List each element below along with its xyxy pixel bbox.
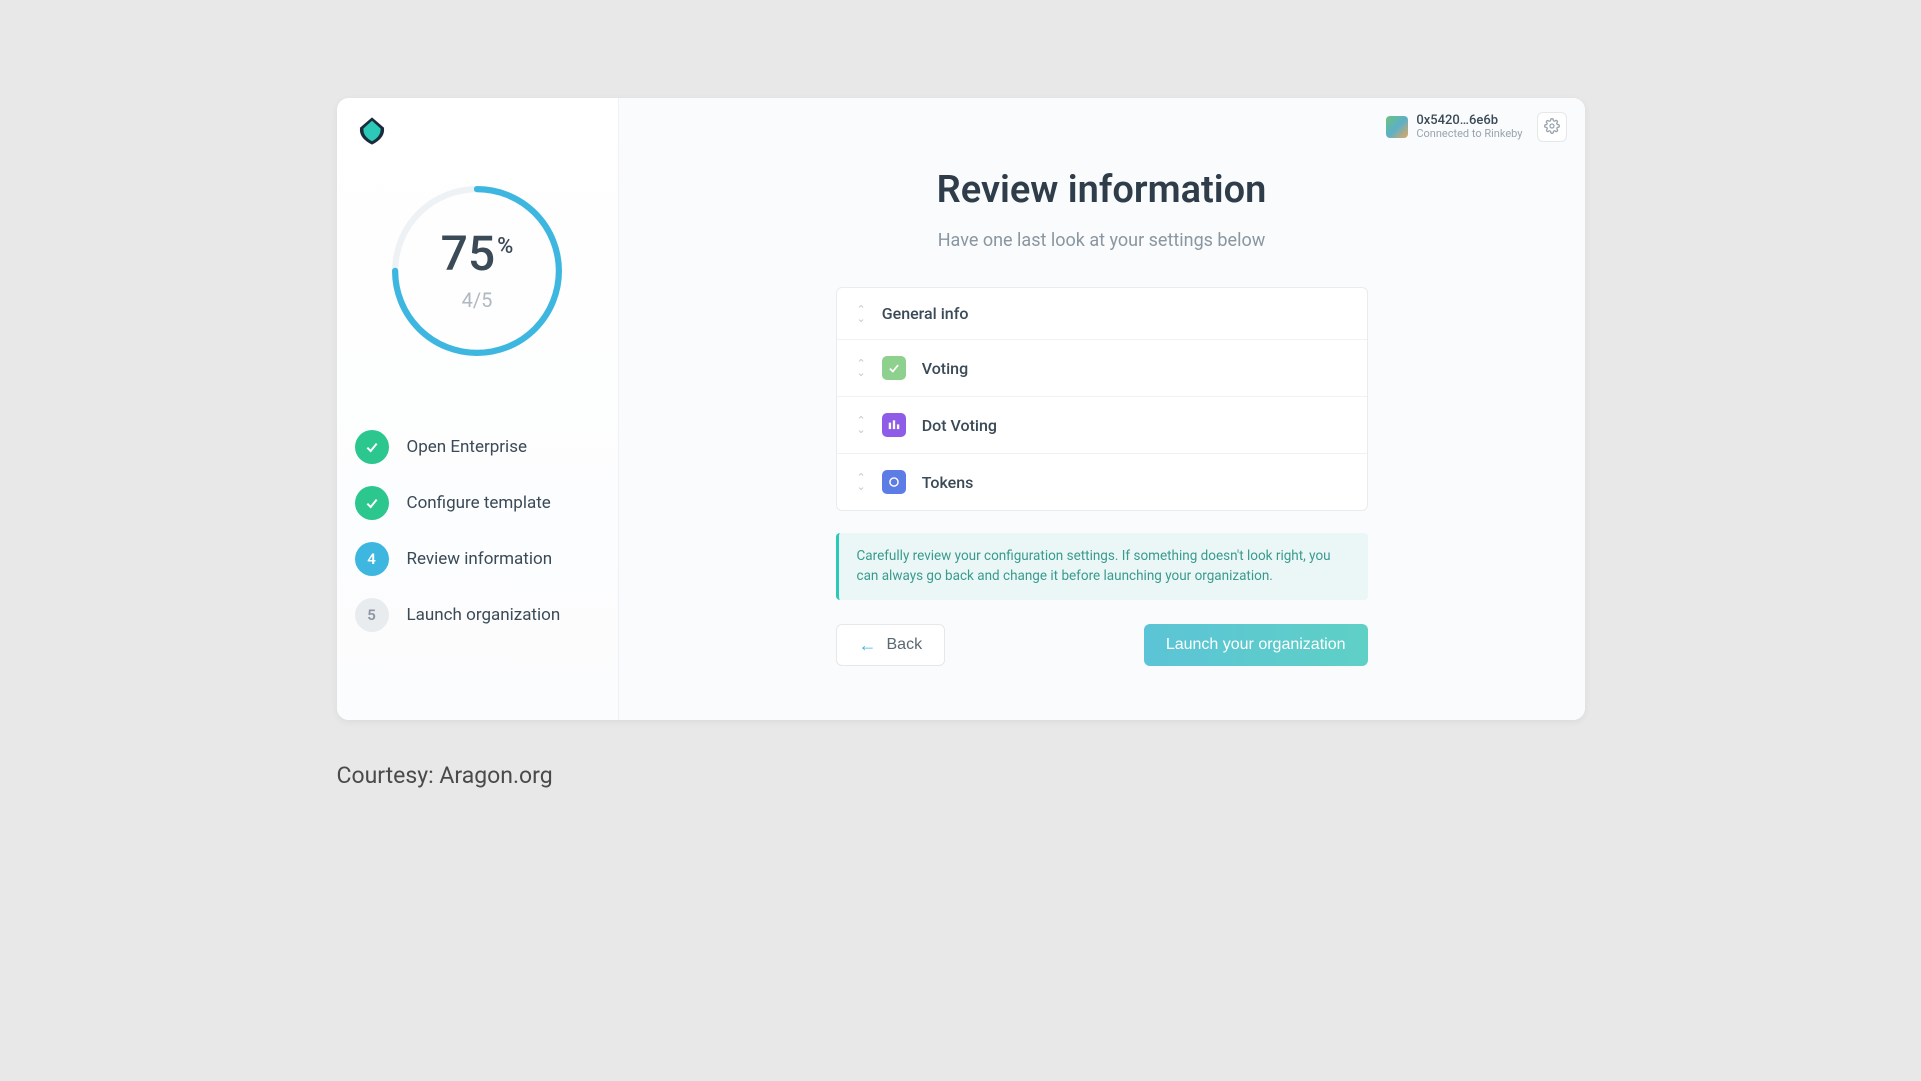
info-banner: Carefully review your configuration sett… bbox=[836, 533, 1368, 600]
progress-fraction: 4/5 bbox=[462, 288, 493, 312]
step-configure-template[interactable]: Configure template bbox=[355, 486, 600, 520]
step-number: 4 bbox=[355, 542, 389, 576]
progress-indicator: 75 % 4/5 bbox=[355, 182, 600, 360]
wallet-address: 0x5420…6e6b bbox=[1416, 114, 1522, 128]
arrow-left-icon: ← bbox=[859, 635, 877, 656]
back-button-label: Back bbox=[887, 636, 923, 654]
wallet-info[interactable]: 0x5420…6e6b Connected to Rinkeby bbox=[1386, 114, 1522, 140]
aragon-logo-icon bbox=[355, 114, 389, 148]
header-right: 0x5420…6e6b Connected to Rinkeby bbox=[1386, 112, 1566, 142]
accordion-item-general-info[interactable]: ⌃⌄ General info bbox=[837, 288, 1367, 340]
app-window: 0x5420…6e6b Connected to Rinkeby bbox=[337, 98, 1585, 720]
step-launch-organization[interactable]: 5 Launch organization bbox=[355, 598, 600, 632]
accordion-item-voting[interactable]: ⌃⌄ Voting bbox=[837, 340, 1367, 397]
accordion-label: General info bbox=[882, 304, 969, 323]
expand-icon: ⌃⌄ bbox=[857, 306, 866, 322]
wallet-network: Connected to Rinkeby bbox=[1416, 128, 1522, 140]
step-review-information[interactable]: 4 Review information bbox=[355, 542, 600, 576]
wallet-avatar-icon bbox=[1386, 116, 1408, 138]
sidebar: 75 % 4/5 Open Enterprise Configure templ… bbox=[337, 98, 619, 720]
courtesy-caption: Courtesy: Aragon.org bbox=[337, 762, 1585, 789]
review-accordion: ⌃⌄ General info ⌃⌄ Voting ⌃⌄ Dot Voting … bbox=[836, 287, 1368, 511]
step-label: Launch organization bbox=[407, 605, 561, 625]
accordion-label: Dot Voting bbox=[922, 416, 997, 435]
step-label: Configure template bbox=[407, 493, 551, 513]
accordion-label: Voting bbox=[922, 359, 968, 378]
main-content: Review information Have one last look at… bbox=[619, 98, 1585, 720]
step-open-enterprise[interactable]: Open Enterprise bbox=[355, 430, 600, 464]
accordion-label: Tokens bbox=[922, 473, 974, 492]
expand-icon: ⌃⌄ bbox=[857, 360, 866, 376]
check-icon bbox=[355, 486, 389, 520]
step-number: 5 bbox=[355, 598, 389, 632]
page-subtitle: Have one last look at your settings belo… bbox=[938, 230, 1266, 251]
progress-percent-value: 75 bbox=[441, 230, 496, 278]
gear-icon bbox=[1544, 118, 1560, 137]
expand-icon: ⌃⌄ bbox=[857, 417, 866, 433]
voting-app-icon bbox=[882, 356, 906, 380]
accordion-item-dot-voting[interactable]: ⌃⌄ Dot Voting bbox=[837, 397, 1367, 454]
dot-voting-app-icon bbox=[882, 413, 906, 437]
check-icon bbox=[355, 430, 389, 464]
tokens-app-icon bbox=[882, 470, 906, 494]
step-list: Open Enterprise Configure template 4 Rev… bbox=[355, 430, 600, 632]
back-button[interactable]: ← Back bbox=[836, 624, 946, 666]
step-label: Review information bbox=[407, 549, 553, 569]
settings-button[interactable] bbox=[1537, 112, 1567, 142]
launch-button-label: Launch your organization bbox=[1166, 636, 1346, 654]
launch-button[interactable]: Launch your organization bbox=[1144, 624, 1368, 666]
progress-percent-symbol: % bbox=[497, 236, 513, 258]
accordion-item-tokens[interactable]: ⌃⌄ Tokens bbox=[837, 454, 1367, 510]
button-row: ← Back Launch your organization bbox=[836, 624, 1368, 666]
step-label: Open Enterprise bbox=[407, 437, 527, 457]
page-title: Review information bbox=[937, 168, 1267, 212]
expand-icon: ⌃⌄ bbox=[857, 474, 866, 490]
